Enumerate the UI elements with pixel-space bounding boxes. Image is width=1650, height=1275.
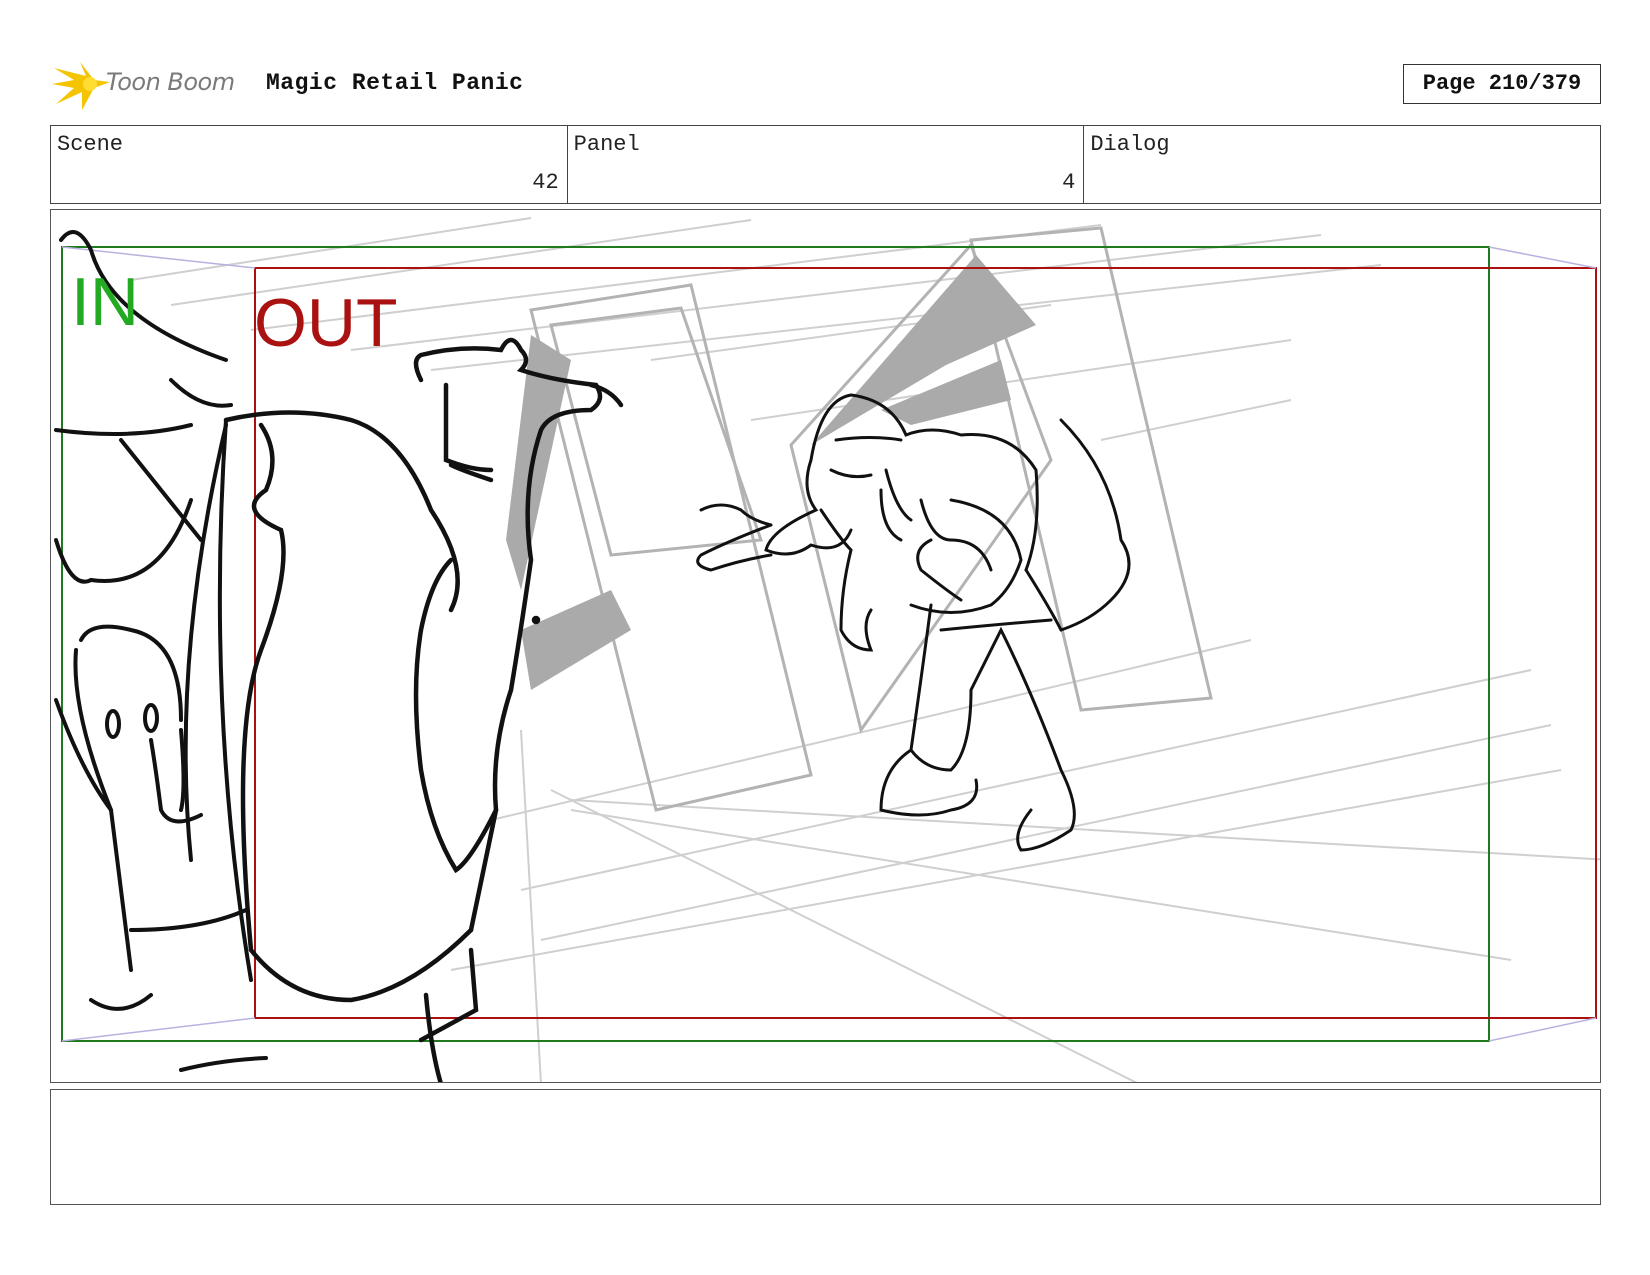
in-label: IN — [71, 264, 139, 340]
logo-star-icon — [52, 62, 110, 110]
panel-info-row: Scene 42 Panel 4 Dialog — [50, 125, 1601, 204]
scene-number: 42 — [532, 170, 559, 195]
wolf-character — [696, 393, 1131, 852]
foreground-character-left — [54, 230, 268, 1072]
page-number: Page 210/379 — [1403, 64, 1601, 104]
panel-cell: Panel 4 — [568, 126, 1085, 203]
panel-notes-box — [50, 1089, 1601, 1205]
dialog-label: Dialog — [1090, 132, 1170, 157]
panel-number: 4 — [1062, 170, 1076, 195]
storyboard-panel: IN OUT — [50, 209, 1601, 1083]
scene-cell: Scene 42 — [51, 126, 568, 203]
scene-label: Scene — [57, 132, 124, 157]
logo-text: Toon Boom — [106, 68, 235, 96]
dialog-cell: Dialog — [1084, 126, 1600, 203]
panel-label: Panel — [573, 132, 640, 157]
toon-boom-logo: Toon Boom — [52, 58, 252, 112]
out-label: OUT — [254, 285, 398, 361]
project-title: Magic Retail Panic — [266, 70, 524, 96]
panel-sketch: IN OUT — [54, 217, 1600, 1082]
store-shelves — [529, 226, 1213, 812]
foreground-character-center — [223, 337, 624, 1082]
perspective-guides — [61, 246, 1597, 1042]
